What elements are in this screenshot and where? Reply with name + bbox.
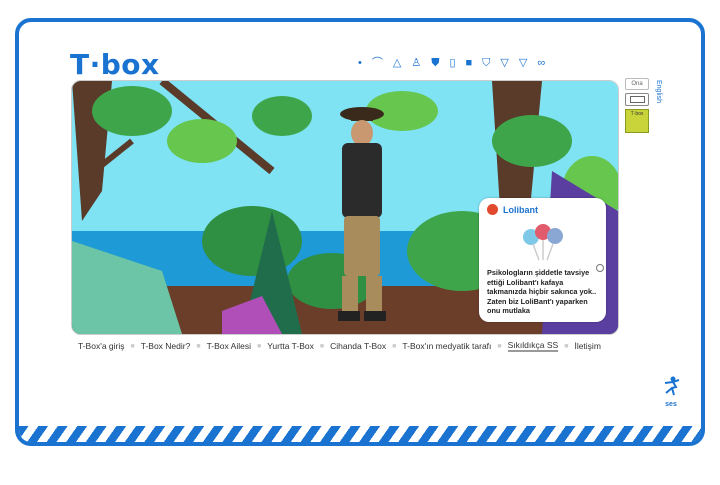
english-link[interactable]: English xyxy=(655,80,662,103)
nav-separator: ■ xyxy=(130,342,135,350)
nav-item-giris[interactable]: T-Box'a giriş xyxy=(78,341,125,351)
nav-separator: ■ xyxy=(497,342,502,350)
jacket-icon[interactable]: ⛉ xyxy=(482,58,490,69)
tbox-mini-badge[interactable]: T·box xyxy=(625,109,649,133)
product-icon-bar: • ⌒ △ ♙ ⛊ ▯ ■ ⛉ ▽ ▽ ∞ xyxy=(358,58,545,69)
nav-separator: ■ xyxy=(196,342,201,350)
nav-item-cihanda[interactable]: Cihanda T-Box xyxy=(330,341,386,351)
jeans-icon[interactable]: ▯ xyxy=(449,58,455,69)
sock-icon[interactable]: ⌒ xyxy=(372,58,383,69)
nav-item-ailesi[interactable]: T-Box Ailesi xyxy=(207,341,251,351)
nav-separator: ■ xyxy=(564,342,569,350)
speaker-person-icon xyxy=(664,376,680,396)
tbox-logo[interactable]: T·box xyxy=(70,48,160,81)
shirt-icon[interactable]: ⛊ xyxy=(431,58,439,69)
triangle-icon[interactable]: △ xyxy=(393,58,401,69)
nav-separator: ■ xyxy=(392,342,397,350)
lolibant-card[interactable]: Lolibant Psikologların şiddetle tavsiye … xyxy=(479,198,606,322)
card-text: Psikologların şiddetle tavsiye ettiği Lo… xyxy=(487,268,597,315)
nav-item-medyatik[interactable]: T-Box'ın medyatik tarafı xyxy=(402,341,491,351)
nav-item-yurtta[interactable]: Yurtta T-Box xyxy=(267,341,314,351)
main-nav: T-Box'a giriş ■ T-Box Nedir? ■ T-Box Ail… xyxy=(78,340,601,352)
nav-item-iletisim[interactable]: İletişim xyxy=(574,341,600,351)
briefs-icon[interactable]: ▽ xyxy=(519,58,527,69)
underwear-icon[interactable]: ▽ xyxy=(500,58,508,69)
lolibant-icon xyxy=(487,204,498,215)
dot-icon[interactable]: • xyxy=(358,58,362,69)
lollipop-image xyxy=(523,224,563,261)
sound-toggle[interactable]: ses xyxy=(660,376,682,408)
card-scroll-handle[interactable] xyxy=(596,264,604,272)
tank-icon[interactable]: ■ xyxy=(466,58,473,69)
sound-label: ses xyxy=(665,401,677,408)
lang-box[interactable]: Ona xyxy=(625,78,649,90)
nav-item-nedir[interactable]: T-Box Nedir? xyxy=(141,341,191,351)
bra-icon[interactable]: ∞ xyxy=(537,58,545,69)
nav-separator: ■ xyxy=(319,342,325,350)
mail-icon[interactable] xyxy=(625,93,649,106)
card-title: Lolibant xyxy=(503,205,538,215)
nav-separator: ■ xyxy=(256,342,262,350)
nav-item-sikildikca[interactable]: Sıkıldıkça SS xyxy=(507,340,559,352)
striped-border xyxy=(19,426,701,442)
dress-icon[interactable]: ♙ xyxy=(411,58,421,69)
